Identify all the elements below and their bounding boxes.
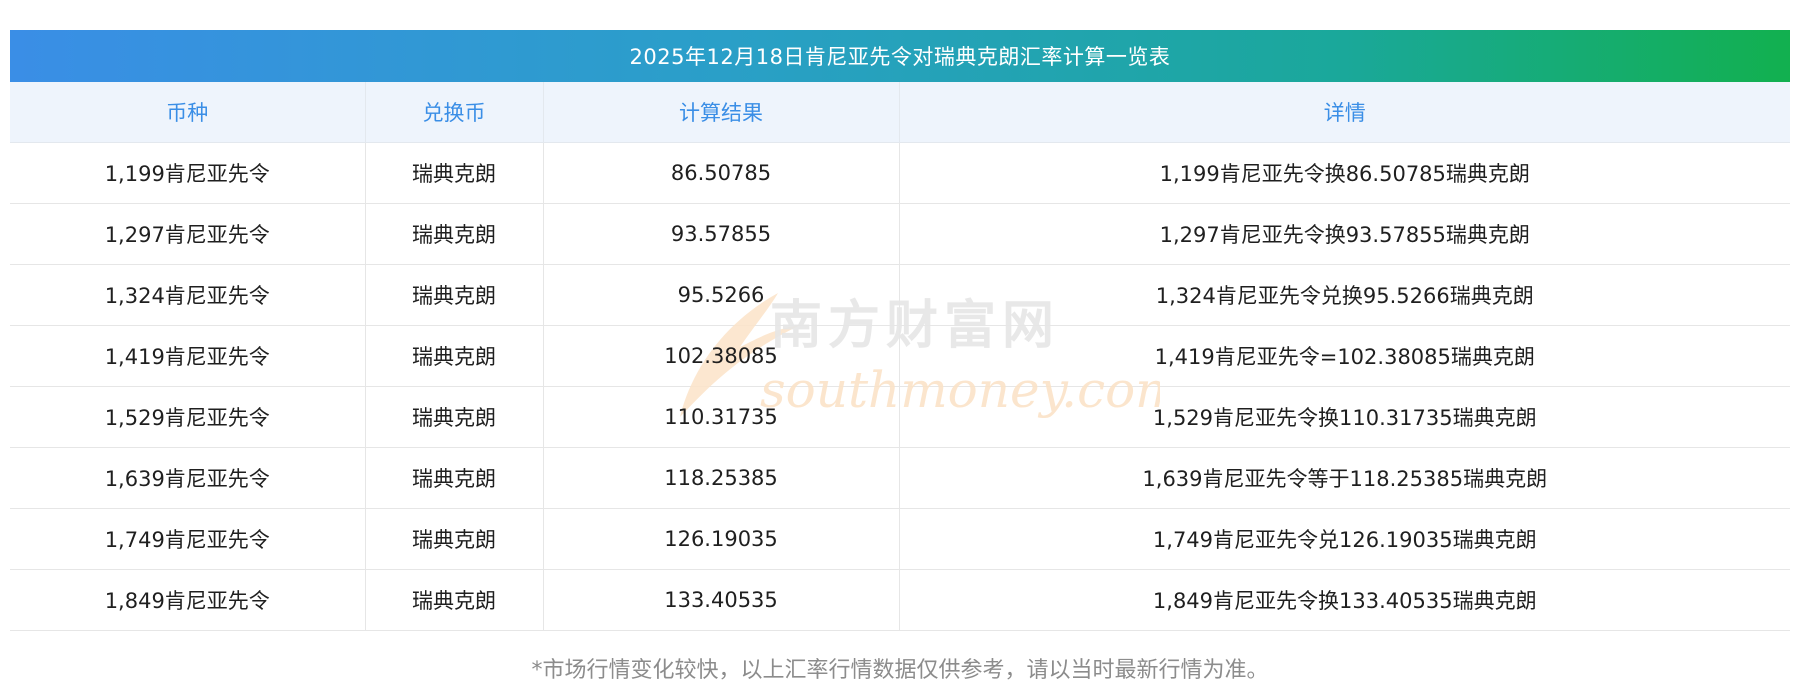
cell-detail: 1,749肯尼亚先令兑126.19035瑞典克朗 — [899, 508, 1790, 570]
rate-table: 币种 兑换币 计算结果 详情 1,199肯尼亚先令 瑞典克朗 86.50785 … — [10, 82, 1790, 631]
cell-currency: 1,324肯尼亚先令 — [10, 264, 366, 326]
rate-table-container: 2025年12月18日肯尼亚先令对瑞典克朗汇率计算一览表 币种 兑换币 计算结果… — [10, 30, 1790, 631]
cell-detail: 1,419肯尼亚先令=102.38085瑞典克朗 — [899, 325, 1790, 387]
cell-target: 瑞典克朗 — [365, 264, 544, 326]
cell-result: 110.31735 — [543, 386, 900, 448]
cell-target: 瑞典克朗 — [365, 508, 544, 570]
table-row: 1,639肯尼亚先令 瑞典克朗 118.25385 1,639肯尼亚先令等于11… — [10, 447, 1790, 509]
cell-result: 86.50785 — [543, 142, 900, 204]
header-target-currency: 兑换币 — [365, 82, 544, 143]
table-row: 1,297肯尼亚先令 瑞典克朗 93.57855 1,297肯尼亚先令换93.5… — [10, 203, 1790, 265]
table-title: 2025年12月18日肯尼亚先令对瑞典克朗汇率计算一览表 — [10, 30, 1790, 82]
header-currency: 币种 — [10, 82, 366, 143]
cell-detail: 1,324肯尼亚先令兑换95.5266瑞典克朗 — [899, 264, 1790, 326]
table-header-row: 币种 兑换币 计算结果 详情 — [10, 82, 1790, 143]
cell-detail: 1,297肯尼亚先令换93.57855瑞典克朗 — [899, 203, 1790, 265]
cell-currency: 1,199肯尼亚先令 — [10, 142, 366, 204]
cell-detail: 1,849肯尼亚先令换133.40535瑞典克朗 — [899, 569, 1790, 631]
cell-result: 126.19035 — [543, 508, 900, 570]
table-row: 1,849肯尼亚先令 瑞典克朗 133.40535 1,849肯尼亚先令换133… — [10, 569, 1790, 631]
table-row: 1,749肯尼亚先令 瑞典克朗 126.19035 1,749肯尼亚先令兑126… — [10, 508, 1790, 570]
cell-currency: 1,419肯尼亚先令 — [10, 325, 366, 387]
cell-result: 102.38085 — [543, 325, 900, 387]
cell-target: 瑞典克朗 — [365, 386, 544, 448]
cell-detail: 1,529肯尼亚先令换110.31735瑞典克朗 — [899, 386, 1790, 448]
cell-detail: 1,639肯尼亚先令等于118.25385瑞典克朗 — [899, 447, 1790, 509]
cell-currency: 1,639肯尼亚先令 — [10, 447, 366, 509]
cell-target: 瑞典克朗 — [365, 325, 544, 387]
cell-result: 95.5266 — [543, 264, 900, 326]
cell-target: 瑞典克朗 — [365, 203, 544, 265]
cell-currency: 1,849肯尼亚先令 — [10, 569, 366, 631]
cell-currency: 1,529肯尼亚先令 — [10, 386, 366, 448]
cell-target: 瑞典克朗 — [365, 142, 544, 204]
cell-detail: 1,199肯尼亚先令换86.50785瑞典克朗 — [899, 142, 1790, 204]
table-row: 1,529肯尼亚先令 瑞典克朗 110.31735 1,529肯尼亚先令换110… — [10, 386, 1790, 448]
cell-result: 133.40535 — [543, 569, 900, 631]
cell-target: 瑞典克朗 — [365, 447, 544, 509]
disclaimer-footnote: *市场行情变化较快，以上汇率行情数据仅供参考，请以当时最新行情为准。 — [531, 658, 1269, 683]
cell-target: 瑞典克朗 — [365, 569, 544, 631]
cell-currency: 1,749肯尼亚先令 — [10, 508, 366, 570]
table-row: 1,419肯尼亚先令 瑞典克朗 102.38085 1,419肯尼亚先令=102… — [10, 325, 1790, 387]
header-detail: 详情 — [899, 82, 1790, 143]
cell-result: 118.25385 — [543, 447, 900, 509]
cell-currency: 1,297肯尼亚先令 — [10, 203, 366, 265]
table-row: 1,324肯尼亚先令 瑞典克朗 95.5266 1,324肯尼亚先令兑换95.5… — [10, 264, 1790, 326]
header-result: 计算结果 — [543, 82, 900, 143]
cell-result: 93.57855 — [543, 203, 900, 265]
table-row: 1,199肯尼亚先令 瑞典克朗 86.50785 1,199肯尼亚先令换86.5… — [10, 142, 1790, 204]
